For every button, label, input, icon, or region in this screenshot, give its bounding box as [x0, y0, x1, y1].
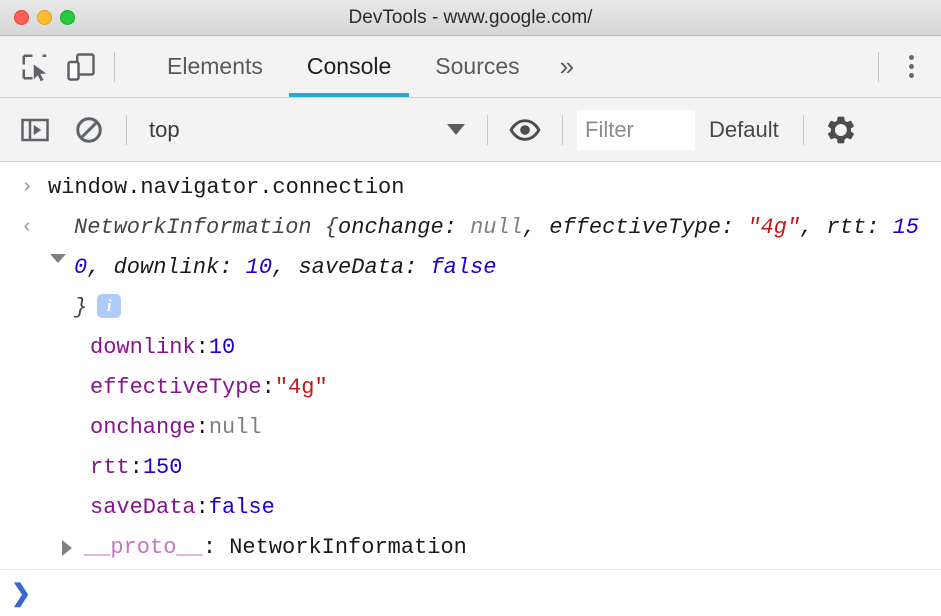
prompt-chevron-icon: ❯	[0, 579, 42, 608]
more-tabs-icon[interactable]: »	[542, 36, 592, 97]
property-value: "4g"	[275, 368, 328, 408]
more-options-icon[interactable]	[889, 45, 933, 89]
preview-fragment: null	[470, 215, 523, 240]
object-open-brace: {	[312, 215, 338, 240]
console-toolbar: top Default	[0, 98, 941, 162]
proto-value: NetworkInformation	[229, 528, 467, 568]
tabbar-actions	[868, 45, 941, 89]
tab-sources[interactable]: Sources	[413, 36, 541, 97]
preview-fragment: , effectiveType:	[523, 215, 747, 240]
property-colon: :	[130, 448, 143, 488]
preview-fragment: , rtt:	[800, 215, 892, 240]
window-controls	[0, 10, 75, 25]
execution-context-selector[interactable]: top	[137, 108, 477, 152]
console-toolbar-divider-2	[487, 115, 488, 145]
property-key: effectiveType	[90, 368, 262, 408]
preview-fragment: 10	[246, 255, 272, 280]
console-toolbar-divider-1	[126, 115, 127, 145]
device-toolbar-icon[interactable]	[58, 45, 104, 89]
console-toolbar-divider-3	[562, 115, 563, 145]
live-expression-icon[interactable]	[498, 106, 552, 154]
settings-gear-icon[interactable]	[814, 106, 868, 154]
inspect-element-icon[interactable]	[12, 45, 58, 89]
object-property-row: effectiveType: "4g"	[0, 368, 941, 408]
property-colon: :	[262, 368, 275, 408]
object-property-row: onchange: null	[0, 408, 941, 448]
property-colon: :	[196, 408, 209, 448]
property-value: null	[209, 408, 262, 448]
tabbar-divider	[114, 52, 115, 82]
tabbar-right-divider	[878, 52, 879, 82]
chevron-down-icon	[447, 124, 465, 135]
tab-elements[interactable]: Elements	[145, 36, 285, 97]
devtools-tabbar: Elements Console Sources »	[0, 36, 941, 98]
proto-colon: :	[203, 528, 229, 568]
preview-fragment: onchange:	[338, 215, 470, 240]
property-key: downlink	[90, 328, 196, 368]
clear-console-icon[interactable]	[62, 106, 116, 154]
console-input-message: › window.navigator.connection	[0, 162, 941, 208]
preview-fragment: , downlink:	[87, 255, 245, 280]
result-marker-icon: ‹	[6, 208, 48, 248]
execution-context-label: top	[149, 117, 447, 143]
expand-triangle-icon[interactable]	[50, 254, 66, 263]
preview-fragment: false	[430, 255, 496, 280]
console-result-message: ‹ NetworkInformation {onchange: null, ef…	[0, 208, 941, 328]
property-value: 150	[143, 448, 183, 488]
proto-row[interactable]: __proto__: NetworkInformation	[0, 528, 941, 568]
expand-proto-triangle-icon[interactable]	[62, 540, 72, 556]
tab-console[interactable]: Console	[285, 36, 413, 97]
object-property-row: downlink: 10	[0, 328, 941, 368]
property-key: rtt	[90, 448, 130, 488]
console-sidebar-icon[interactable]	[8, 106, 62, 154]
preview-fragment: , saveData:	[272, 255, 430, 280]
property-value: 10	[209, 328, 235, 368]
filter-input[interactable]	[577, 110, 695, 150]
close-button[interactable]	[14, 10, 29, 25]
object-property-row: saveData: false	[0, 488, 941, 528]
property-colon: :	[196, 328, 209, 368]
property-key: onchange	[90, 408, 196, 448]
proto-key: __proto__	[84, 528, 203, 568]
console-input-expression: window.navigator.connection	[48, 168, 404, 208]
window-titlebar: DevTools - www.google.com/	[0, 0, 941, 36]
maximize-button[interactable]	[60, 10, 75, 25]
property-key: saveData	[90, 488, 196, 528]
input-marker-icon: ›	[6, 168, 48, 208]
minimize-button[interactable]	[37, 10, 52, 25]
object-property-list: downlink: 10effectiveType: "4g"onchange:…	[0, 328, 941, 528]
info-icon[interactable]: i	[97, 294, 121, 318]
console-output[interactable]: › window.navigator.connection ‹ NetworkI…	[0, 162, 941, 569]
object-constructor-name: NetworkInformation	[74, 215, 312, 240]
property-colon: :	[196, 488, 209, 528]
object-preview[interactable]: NetworkInformation {onchange: null, effe…	[48, 208, 934, 328]
property-value: false	[209, 488, 275, 528]
console-prompt-input[interactable]	[42, 580, 941, 607]
object-property-row: rtt: 150	[0, 448, 941, 488]
console-toolbar-divider-4	[803, 115, 804, 145]
preview-fragment: "4g"	[747, 215, 800, 240]
panel-tabs: Elements Console Sources »	[145, 36, 592, 97]
log-level-selector[interactable]: Default	[695, 117, 793, 143]
window-title: DevTools - www.google.com/	[0, 7, 941, 29]
console-prompt[interactable]: ❯	[0, 569, 941, 616]
object-close-brace: }	[74, 295, 87, 320]
